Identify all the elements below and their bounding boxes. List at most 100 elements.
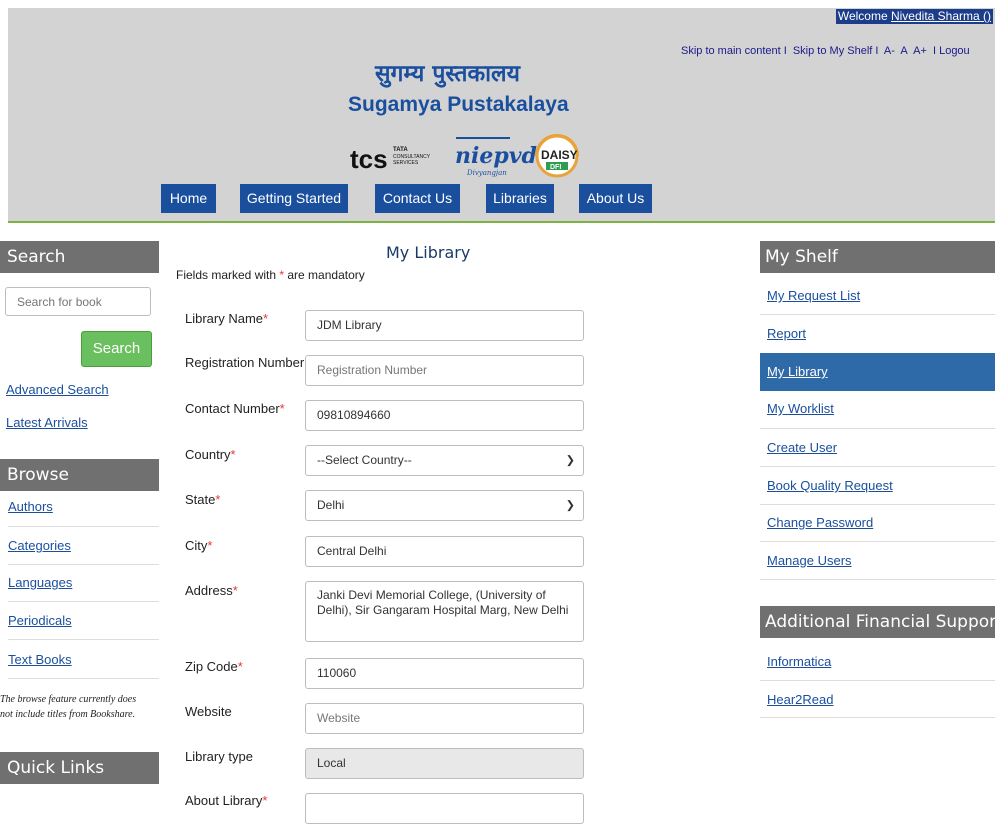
financial-hear2read[interactable]: Hear2Read (767, 692, 834, 707)
required-star: * (230, 447, 236, 462)
shelf-book-quality-request[interactable]: Book Quality Request (767, 478, 893, 493)
registration-number-input[interactable]: Registration Number (305, 355, 584, 386)
nav-about-us[interactable]: About Us (579, 184, 652, 213)
search-input[interactable] (5, 287, 151, 316)
nav-libraries[interactable]: Libraries (486, 184, 554, 213)
browse-heading-text: Browse (7, 465, 69, 485)
partner-logos: tcs TATA CONSULTANCY SERVICES niepvd Div… (350, 130, 590, 180)
shelf-change-password[interactable]: Change Password (767, 515, 873, 530)
welcome-text: Welcome (837, 9, 891, 23)
browse-periodicals-link[interactable]: Periodicals (8, 613, 72, 628)
browse-note: The browse feature currently does not in… (0, 692, 160, 722)
website-input[interactable]: Website (305, 703, 584, 734)
nav-getting-started[interactable]: Getting Started (240, 184, 348, 213)
nav-home[interactable]: Home (161, 184, 216, 213)
state-select-value: Delhi (317, 498, 345, 512)
chevron-down-icon: ❯ (565, 499, 575, 511)
skip-shelf-link[interactable]: Skip to My Shelf I (793, 45, 879, 57)
registration-number-label: Registration Number (185, 355, 305, 370)
browse-note-line1: The browse feature currently does (0, 694, 137, 705)
browse-categories-link[interactable]: Categories (8, 538, 71, 553)
city-label: City* (185, 538, 212, 553)
site-title-hindi: सुगम्य पुस्तकालय (375, 61, 520, 87)
state-label: State* (185, 492, 220, 507)
browse-languages-link[interactable]: Languages (8, 575, 72, 590)
financial-informatica[interactable]: Informatica (767, 654, 831, 669)
divider (8, 601, 159, 602)
search-button[interactable]: Search (81, 331, 152, 367)
browse-authors-link[interactable]: Authors (8, 499, 53, 514)
partner-logos-svg: tcs TATA CONSULTANCY SERVICES niepvd Div… (350, 134, 579, 178)
divider (760, 680, 995, 681)
site-title-english: Sugamya Pustakalaya (348, 93, 569, 116)
address-label-text: Address (185, 583, 233, 598)
shelf-my-library[interactable]: My Library (767, 364, 828, 379)
required-star: * (215, 492, 221, 507)
address-line-2: Delhi), Sir Gangaram Hospital Marg, New … (317, 603, 569, 617)
divider (760, 717, 995, 718)
my-shelf-heading: My Shelf (760, 241, 995, 273)
shelf-manage-users[interactable]: Manage Users (767, 553, 852, 568)
daisy-logo-dfi: DFI (550, 164, 561, 171)
browse-heading: Browse (0, 459, 159, 491)
browse-textbooks-link[interactable]: Text Books (8, 652, 72, 667)
website-label: Website (185, 704, 232, 719)
font-normal-link[interactable]: A (900, 45, 907, 57)
required-star: * (207, 538, 213, 553)
nav-contact-us[interactable]: Contact Us (375, 184, 460, 213)
tcs-logo: tcs (350, 144, 388, 174)
daisy-logo: DAISY (541, 148, 578, 162)
search-heading: Search (0, 241, 159, 273)
logout-link[interactable]: I Logou (933, 45, 970, 57)
skip-main-link[interactable]: Skip to main content I (681, 45, 787, 57)
divider (8, 526, 159, 527)
required-star: * (237, 659, 243, 674)
library-name-label-text: Library Name (185, 311, 264, 326)
zip-code-label-text: Zip Code (185, 659, 238, 674)
niepvd-logo: niepvd (455, 143, 537, 169)
city-input[interactable]: Central Delhi (305, 536, 584, 567)
divider (8, 678, 159, 679)
search-heading-text: Search (7, 247, 66, 267)
required-star: * (232, 583, 238, 598)
library-type-input: Local (305, 748, 584, 779)
mandatory-note: Fields marked with * are mandatory (176, 268, 365, 282)
shelf-my-worklist[interactable]: My Worklist (767, 401, 834, 416)
financial-support-heading: Additional Financial Support (760, 606, 995, 638)
font-increase-link[interactable]: A+ (913, 45, 927, 57)
font-decrease-link[interactable]: A- (884, 45, 895, 57)
country-select-value: --Select Country-- (317, 453, 412, 467)
page-title: My Library (386, 243, 471, 262)
browse-note-line2: not include titles from Bookshare. (0, 709, 136, 720)
niepvd-logo-divyangjan: Divyangjan (466, 169, 507, 177)
user-name-link[interactable]: Nivedita Sharma () (891, 9, 991, 23)
address-textarea[interactable]: Janki Devi Memorial College, (University… (305, 581, 584, 642)
address-label: Address* (185, 583, 238, 598)
address-line-1: Janki Devi Memorial College, (University… (317, 588, 546, 602)
library-name-input[interactable]: JDM Library (305, 310, 584, 341)
state-select[interactable]: Delhi ❯ (305, 490, 584, 521)
about-library-select[interactable] (305, 793, 584, 824)
shelf-my-request-list[interactable]: My Request List (767, 288, 860, 303)
city-label-text: City (185, 538, 208, 553)
country-select[interactable]: --Select Country-- ❯ (305, 445, 584, 476)
contact-number-input[interactable]: 09810894660 (305, 400, 584, 431)
advanced-search-link[interactable]: Advanced Search (6, 382, 109, 397)
quick-links-heading-text: Quick Links (7, 758, 105, 778)
shelf-create-user[interactable]: Create User (767, 440, 837, 455)
divider (760, 466, 995, 467)
shelf-report[interactable]: Report (767, 326, 806, 341)
divider (760, 579, 995, 580)
tcs-logo-tata: TATA (393, 147, 408, 153)
library-name-label: Library Name* (185, 311, 268, 326)
mandatory-prefix: Fields marked with (176, 268, 280, 282)
my-shelf-heading-text: My Shelf (765, 247, 838, 267)
required-star: * (263, 311, 269, 326)
contact-number-label: Contact Number* (185, 401, 285, 416)
library-type-label: Library type (185, 749, 253, 764)
divider (8, 564, 159, 565)
welcome-bar: Welcome Nivedita Sharma () (835, 9, 993, 24)
zip-code-input[interactable]: 110060 (305, 658, 584, 689)
divider (8, 639, 159, 640)
latest-arrivals-link[interactable]: Latest Arrivals (6, 415, 88, 430)
